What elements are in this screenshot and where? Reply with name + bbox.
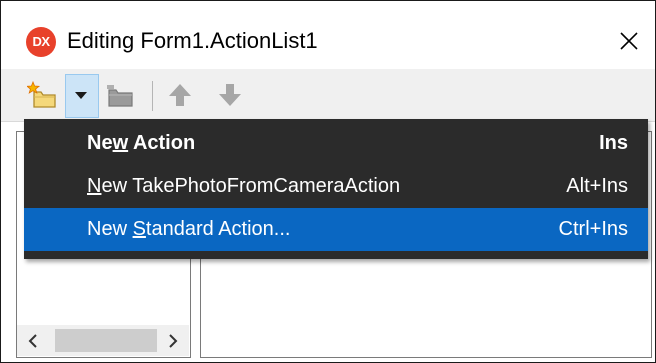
new-action-dropdown-button[interactable] (67, 77, 95, 113)
move-up-button[interactable] (163, 77, 197, 113)
menu-item-label: New Action (87, 132, 196, 154)
menu-item-label: New Standard Action... (87, 218, 291, 240)
new-category-icon (107, 85, 133, 107)
close-button[interactable] (609, 21, 649, 61)
toolbar-separator (152, 81, 153, 111)
chevron-left-icon (28, 333, 37, 348)
menu-item-shortcut: Ctrl+Ins (558, 218, 628, 240)
scroll-left-button[interactable] (17, 325, 49, 356)
move-down-button[interactable] (213, 77, 247, 113)
chevron-right-icon (169, 333, 178, 348)
title-bar: DX Editing Form1.ActionList1 (1, 1, 655, 69)
menu-item-new-standard-action[interactable]: New Standard Action... Ctrl+Ins (24, 208, 648, 251)
dropdown-arrow-icon (75, 92, 87, 99)
menu-item-new-takephoto-action[interactable]: New TakePhotoFromCameraAction Alt+Ins (24, 165, 648, 208)
move-up-icon (169, 84, 191, 106)
devexpress-app-icon: DX (26, 27, 56, 57)
menu-item-new-action[interactable]: New Action Ins (24, 122, 648, 165)
window-title: Editing Form1.ActionList1 (67, 28, 318, 53)
action-list-editor-window: DX Editing Form1.ActionList1 New Action … (0, 0, 656, 363)
close-icon (620, 32, 638, 50)
menu-item-shortcut: Ins (599, 132, 628, 154)
new-action-dropdown-menu: New Action Ins New TakePhotoFromCameraAc… (24, 119, 648, 259)
new-action-icon (27, 80, 56, 108)
new-category-button[interactable] (101, 77, 141, 113)
categories-horizontal-scrollbar[interactable] (17, 325, 189, 356)
new-action-button[interactable] (25, 77, 63, 113)
menu-item-shortcut: Alt+Ins (566, 175, 628, 197)
scroll-right-button[interactable] (157, 325, 189, 356)
scrollbar-thumb[interactable] (55, 329, 157, 352)
menu-item-label: New TakePhotoFromCameraAction (87, 175, 401, 197)
toolbar (1, 69, 655, 122)
move-down-icon (219, 84, 241, 106)
